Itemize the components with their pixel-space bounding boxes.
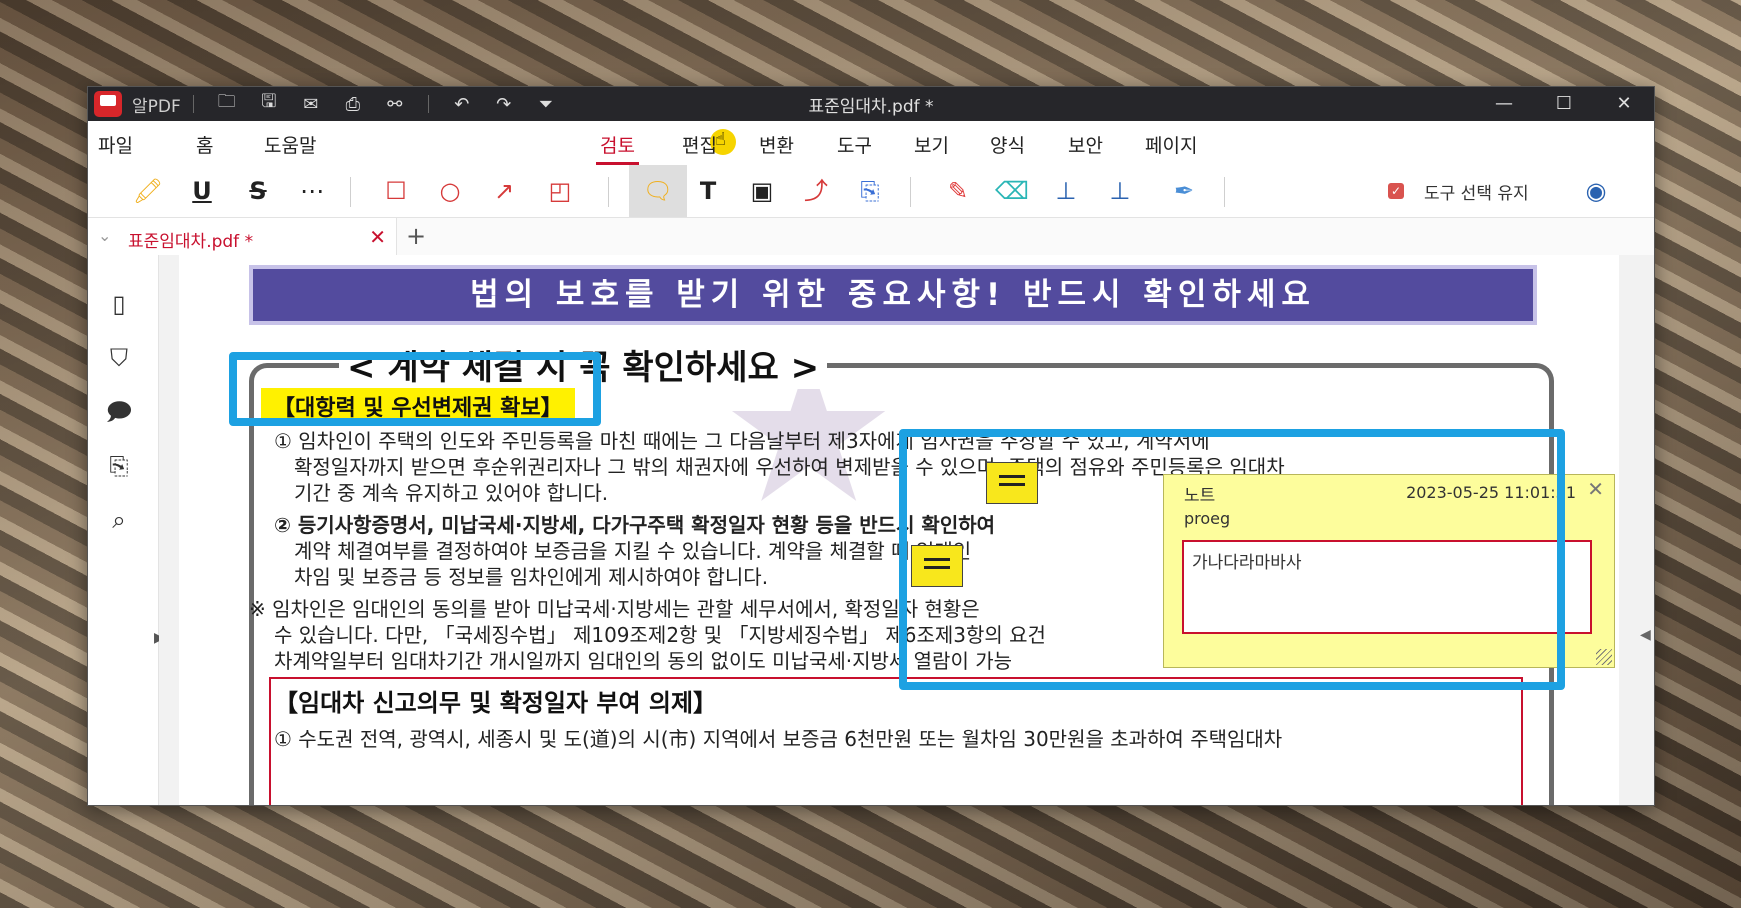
undo-icon[interactable]: ↶ [441, 94, 483, 115]
quick-access-dropdown-icon[interactable]: ⏷ [525, 94, 567, 115]
tab-title: 표준임대차.pdf * [128, 232, 254, 252]
menu-tools[interactable]: 도구 [837, 131, 872, 158]
collapse-right-panel-icon[interactable]: ◀ [1640, 627, 1651, 643]
window-controls: — ☐ ✕ [1474, 87, 1654, 121]
review-toolbar: 🖍 U S ⋯ ☐ ○ ↗ ◰ 🗨 T ▣ ⤴ ⎘ ✎ ⌫ ⊥ ⊥ ✒ ✓ 도구… [88, 165, 1654, 217]
keep-tool-checkbox[interactable]: ✓ [1388, 183, 1404, 199]
app-name: 알PDF [132, 96, 181, 117]
open-folder-icon[interactable]: 🗀 [206, 89, 248, 119]
print-icon[interactable]: ⎙ [332, 94, 374, 115]
thumbnail-panel-icon[interactable]: ▯ [102, 287, 136, 321]
comment-icon[interactable]: 🗩 [102, 395, 136, 429]
side-panel: ▯ ⛉ 🗩 ⎘ ⌕ ▶ [88, 255, 165, 805]
note-close-button[interactable]: ✕ [1587, 477, 1604, 501]
more-markup-dropdown-icon[interactable]: ⋯ [292, 171, 332, 211]
menu-page[interactable]: 페이지 [1145, 131, 1197, 158]
menu-view[interactable]: 보기 [914, 131, 949, 158]
sticky-note-icon[interactable]: 🗨 [629, 165, 687, 217]
shape-dropdown-icon[interactable]: ◰ [540, 171, 580, 211]
toolbar-divider [1224, 177, 1225, 207]
eye-icon[interactable]: ◉ [1576, 171, 1616, 211]
close-window-button[interactable]: ✕ [1594, 87, 1654, 121]
minimize-button[interactable]: — [1474, 87, 1534, 121]
callout-note-box [899, 429, 1565, 690]
menu-edit[interactable]: 편집 [682, 131, 717, 158]
toolbar-divider [350, 177, 351, 207]
bookmark-icon[interactable]: ⛉ [102, 341, 136, 375]
title-bar: 알PDF 🗀 🖫 ✉ ⎙ ⚯ ↶ ↷ ⏷ 표준임대차.pdf * — ☐ ✕ [88, 87, 1654, 121]
menu-home[interactable]: 홈 [196, 131, 213, 158]
tab-bar: ⌄ 표준임대차.pdf * ✕ + [88, 217, 1654, 257]
paragraph-line: 계약 체결여부를 결정하여야 보증금을 지킬 수 있습니다. 계약을 체결할 때… [294, 539, 972, 563]
divider [192, 95, 194, 113]
mail-icon[interactable]: ✉ [290, 94, 332, 115]
app-window: 알PDF 🗀 🖫 ✉ ⎙ ⚯ ↶ ↷ ⏷ 표준임대차.pdf * — ☐ ✕ 파… [87, 86, 1655, 806]
stamp-icon[interactable]: ⊥ [1046, 171, 1086, 211]
share-icon[interactable]: ⚯ [374, 94, 416, 115]
document-tab[interactable]: ⌄ 표준임대차.pdf * ✕ [88, 218, 397, 256]
resize-grip-icon[interactable] [1596, 649, 1612, 665]
maximize-button[interactable]: ☐ [1534, 87, 1594, 121]
stamp-dropdown-icon[interactable]: ⊥ [1100, 171, 1140, 211]
divider [427, 95, 429, 113]
textbox-icon[interactable]: ▣ [742, 171, 782, 211]
text-icon[interactable]: T [688, 171, 728, 211]
ellipse-icon[interactable]: ○ [430, 171, 470, 211]
signature-pen-icon[interactable]: ✒ [1164, 171, 1204, 211]
search-icon[interactable]: ⌕ [102, 503, 136, 537]
toolbar-divider [910, 177, 911, 207]
add-tab-button[interactable]: + [406, 222, 426, 250]
paragraph-line: 차임 및 보증금 등 정보를 임차인에게 제시하여야 합니다. [294, 565, 769, 589]
menu-security[interactable]: 보안 [1068, 131, 1103, 158]
paragraph-line: ※ 임차인은 임대인의 동의를 받아 미납국세·지방세는 관할 세무서에서, 확… [249, 597, 980, 621]
box-heading: 【임대차 신고의무 및 확정일자 부여 의제】 [274, 689, 718, 717]
menu-review[interactable]: 검토 [596, 131, 639, 165]
app-logo-icon [94, 91, 122, 117]
redo-icon[interactable]: ↷ [483, 94, 525, 115]
attachment-icon[interactable]: ⎘ [850, 171, 890, 211]
keep-tool-label: 도구 선택 유지 [1424, 184, 1529, 204]
menu-file[interactable]: 파일 [98, 131, 133, 158]
toolbar-divider [608, 177, 609, 207]
paragraph-line: 기간 중 계속 유지하고 있어야 합니다. [294, 481, 609, 505]
strikethrough-icon[interactable]: S [238, 171, 278, 211]
paragraph-line: ② 등기사항증명서, 미납국세·지방세, 다가구주택 확정일자 현황 등을 반드… [274, 513, 996, 537]
eraser-icon[interactable]: ⌫ [992, 171, 1032, 211]
menu-form[interactable]: 양식 [990, 131, 1025, 158]
menu-bar: 파일 홈 도움말 검토 편집 변환 도구 보기 양식 보안 페이지 [88, 121, 1654, 165]
menu-convert[interactable]: 변환 [759, 131, 794, 158]
callout-highlight-box [229, 352, 601, 426]
paragraph-line: ① 수도권 전역, 광역시, 세종시 및 도(道)의 시(市) 지역에서 보증금… [274, 727, 1283, 751]
rectangle-icon[interactable]: ☐ [376, 171, 416, 211]
underline-icon[interactable]: U [182, 171, 222, 211]
highlighter-icon[interactable]: 🖍 [128, 171, 168, 211]
close-tab-icon[interactable]: ✕ [369, 225, 386, 249]
arrow-icon[interactable]: ↗ [484, 171, 524, 211]
save-icon[interactable]: 🖫 [248, 89, 290, 119]
callout-icon[interactable]: ⤴ [796, 171, 836, 211]
attachment-panel-icon[interactable]: ⎘ [102, 449, 136, 483]
menu-help[interactable]: 도움말 [264, 131, 316, 158]
chevron-down-icon[interactable]: ⌄ [98, 226, 111, 245]
pencil-icon[interactable]: ✎ [938, 171, 978, 211]
